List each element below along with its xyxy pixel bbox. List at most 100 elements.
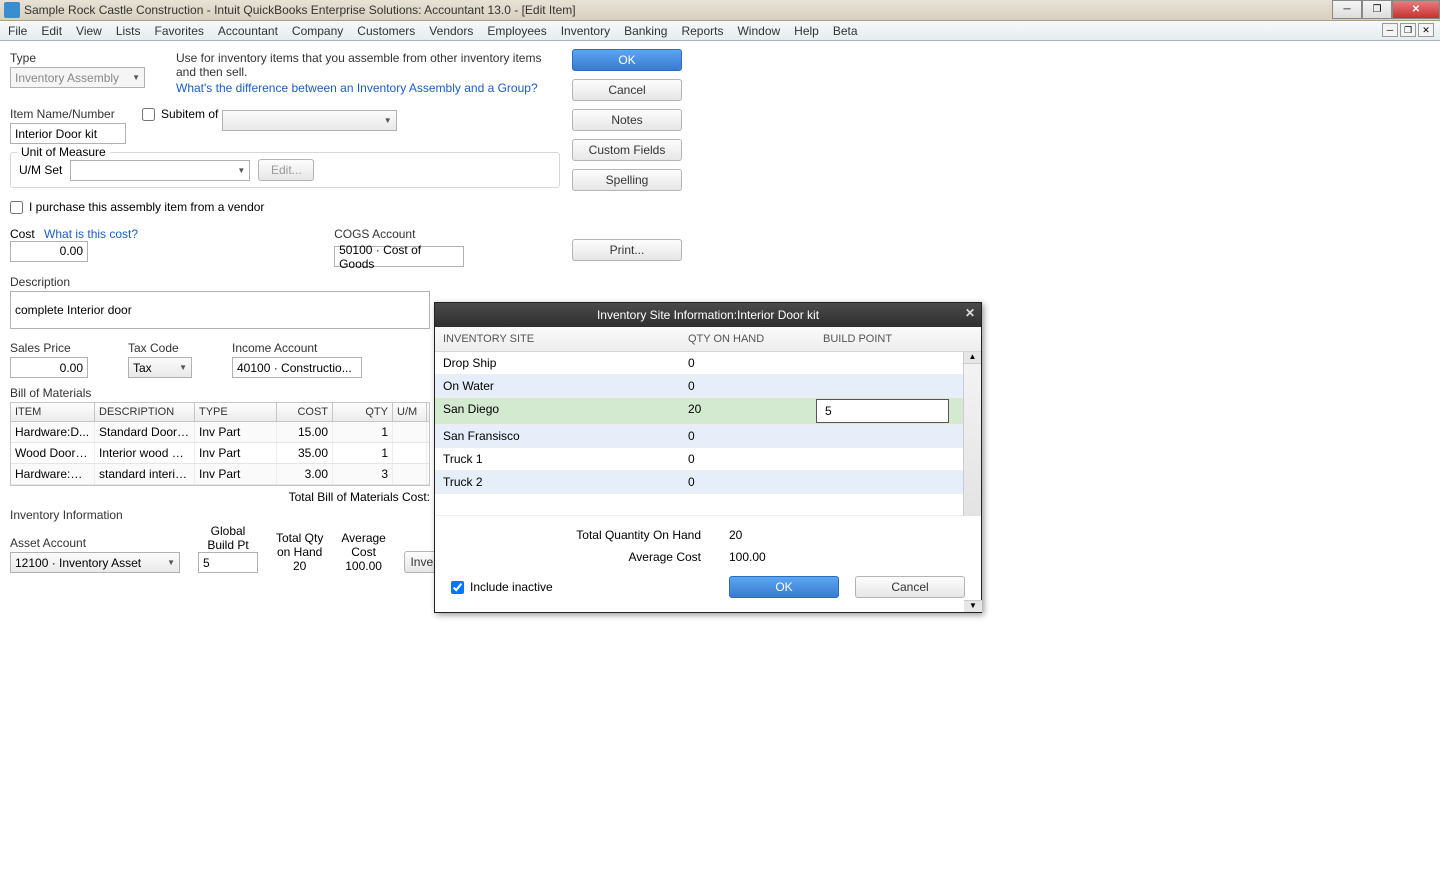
site-row[interactable]: San Fransisco 0: [435, 425, 963, 448]
sales-price-input[interactable]: [10, 357, 88, 378]
custom-fields-button[interactable]: Custom Fields: [572, 139, 682, 161]
bom-row[interactable]: Hardware:D... Standard Doork... Inv Part…: [11, 422, 429, 443]
subitem-combo[interactable]: ▼: [222, 110, 397, 131]
minimize-button[interactable]: ─: [1332, 0, 1362, 19]
tax-code-combo[interactable]: Tax▼: [128, 357, 192, 378]
scroll-down-icon[interactable]: ▼: [964, 600, 982, 612]
menu-banking[interactable]: Banking: [624, 24, 667, 38]
site-row[interactable]: Drop Ship 0: [435, 352, 963, 375]
menu-lists[interactable]: Lists: [116, 24, 141, 38]
cogs-combo[interactable]: 50100 · Cost of Goods: [334, 246, 464, 267]
menu-window[interactable]: Window: [737, 24, 780, 38]
modal-ok-button[interactable]: OK: [729, 576, 839, 598]
income-account-combo[interactable]: 40100 · Constructio...: [232, 357, 362, 378]
menu-beta[interactable]: Beta: [833, 24, 858, 38]
menu-edit[interactable]: Edit: [41, 24, 62, 38]
menu-help[interactable]: Help: [794, 24, 819, 38]
site-col-site[interactable]: INVENTORY SITE: [435, 327, 680, 351]
dialog-close-button[interactable]: ✕: [965, 306, 975, 320]
bom-col-cost[interactable]: COST: [277, 403, 333, 421]
total-qty-value: 20: [293, 559, 306, 573]
ok-button[interactable]: OK: [572, 49, 682, 71]
chevron-down-icon: ▼: [132, 73, 140, 82]
bom-col-qty[interactable]: QTY: [333, 403, 393, 421]
type-label: Type: [10, 51, 160, 65]
global-build-pt-input[interactable]: [198, 552, 258, 573]
notes-button[interactable]: Notes: [572, 109, 682, 131]
income-account-value: 40100 · Constructio...: [237, 361, 352, 375]
tax-code-label: Tax Code: [128, 341, 192, 355]
scroll-up-icon[interactable]: ▲: [964, 352, 981, 364]
bom-col-desc[interactable]: DESCRIPTION: [95, 403, 195, 421]
bom-total-label: Total Bill of Materials Cost:: [10, 490, 430, 504]
bom-row[interactable]: Hardware:Br... standard interior... Inv …: [11, 464, 429, 485]
cancel-button[interactable]: Cancel: [572, 79, 682, 101]
item-name-input[interactable]: [10, 123, 126, 144]
menu-view[interactable]: View: [76, 24, 102, 38]
mdi-close-button[interactable]: ✕: [1418, 23, 1434, 37]
bom-col-um[interactable]: U/M: [393, 403, 427, 421]
modal-cancel-button[interactable]: Cancel: [855, 576, 965, 598]
inventory-site-info-dialog: Inventory Site Information:Interior Door…: [434, 302, 982, 613]
site-row[interactable]: On Water 0: [435, 375, 963, 398]
description-input[interactable]: [10, 291, 430, 329]
menu-favorites[interactable]: Favorites: [155, 24, 204, 38]
cogs-label: COGS Account: [334, 227, 464, 241]
app-icon: [4, 2, 20, 18]
cost-label: Cost: [10, 227, 35, 241]
cogs-value: 50100 · Cost of Goods: [339, 243, 459, 271]
menu-customers[interactable]: Customers: [357, 24, 415, 38]
menu-company[interactable]: Company: [292, 24, 343, 38]
uom-box-title: Unit of Measure: [17, 145, 110, 159]
site-col-qty[interactable]: QTY ON HAND: [680, 327, 815, 351]
mdi-minimize-button[interactable]: ─: [1382, 23, 1398, 37]
asset-account-combo[interactable]: 12100 · Inventory Asset▼: [10, 552, 180, 573]
print-button[interactable]: Print...: [572, 239, 682, 261]
menu-employees[interactable]: Employees: [487, 24, 546, 38]
site-col-bp[interactable]: BUILD POINT: [815, 327, 948, 351]
cost-help-link[interactable]: What is this cost?: [44, 227, 138, 241]
site-row[interactable]: Truck 2 0: [435, 471, 963, 494]
include-inactive-checkbox[interactable]: [451, 581, 464, 594]
bom-col-type[interactable]: TYPE: [195, 403, 277, 421]
site-grid-header: INVENTORY SITE QTY ON HAND BUILD POINT: [435, 327, 981, 352]
menu-vendors[interactable]: Vendors: [429, 24, 473, 38]
window-controls: ─ ❐ ✕: [1332, 0, 1440, 21]
menu-file[interactable]: File: [8, 24, 27, 38]
dialog-titlebar: Inventory Site Information:Interior Door…: [435, 303, 981, 327]
cost-input[interactable]: [10, 241, 88, 262]
uom-edit-button[interactable]: Edit...: [258, 159, 314, 181]
uom-combo[interactable]: ▼: [70, 160, 250, 181]
modal-avgcost-label: Average Cost: [451, 550, 701, 564]
site-row[interactable]: Truck 1 0: [435, 448, 963, 471]
average-cost-label1: Average: [341, 531, 385, 545]
type-help-text: Use for inventory items that you assembl…: [176, 51, 546, 79]
modal-totalqty-label: Total Quantity On Hand: [451, 528, 701, 542]
bom-row[interactable]: Wood Door:I... Interior wood door Inv Pa…: [11, 443, 429, 464]
menu-accountant[interactable]: Accountant: [218, 24, 278, 38]
window-titlebar: Sample Rock Castle Construction - Intuit…: [0, 0, 1440, 21]
menu-reports[interactable]: Reports: [681, 24, 723, 38]
chevron-down-icon: ▼: [237, 166, 245, 175]
action-button-column: OK Cancel Notes Custom Fields Spelling P…: [572, 49, 682, 261]
close-button[interactable]: ✕: [1392, 0, 1440, 19]
mdi-restore-button[interactable]: ❐: [1400, 23, 1416, 37]
purchase-from-vendor-label: I purchase this assembly item from a ven…: [29, 200, 264, 214]
purchase-from-vendor-checkbox[interactable]: [10, 201, 23, 214]
dialog-title: Inventory Site Information:Interior Door…: [597, 308, 819, 322]
spelling-button[interactable]: Spelling: [572, 169, 682, 191]
site-grid: INVENTORY SITE QTY ON HAND BUILD POINT D…: [435, 327, 981, 516]
site-row[interactable]: San Diego 20 5: [435, 398, 963, 425]
site-grid-scrollbar[interactable]: ▲ ▼: [963, 352, 981, 516]
menu-inventory[interactable]: Inventory: [561, 24, 610, 38]
average-cost-label2: Cost: [351, 545, 376, 559]
type-help-link[interactable]: What's the difference between an Invento…: [176, 81, 546, 95]
type-combo[interactable]: Inventory Assembly▼: [10, 67, 145, 88]
site-row-empty[interactable]: [435, 494, 963, 516]
include-inactive-label: Include inactive: [470, 580, 553, 594]
income-account-label: Income Account: [232, 341, 362, 355]
maximize-button[interactable]: ❐: [1362, 0, 1392, 19]
subitem-checkbox[interactable]: [142, 108, 155, 121]
average-cost-value: 100.00: [345, 559, 382, 573]
bom-col-item[interactable]: ITEM: [11, 403, 95, 421]
